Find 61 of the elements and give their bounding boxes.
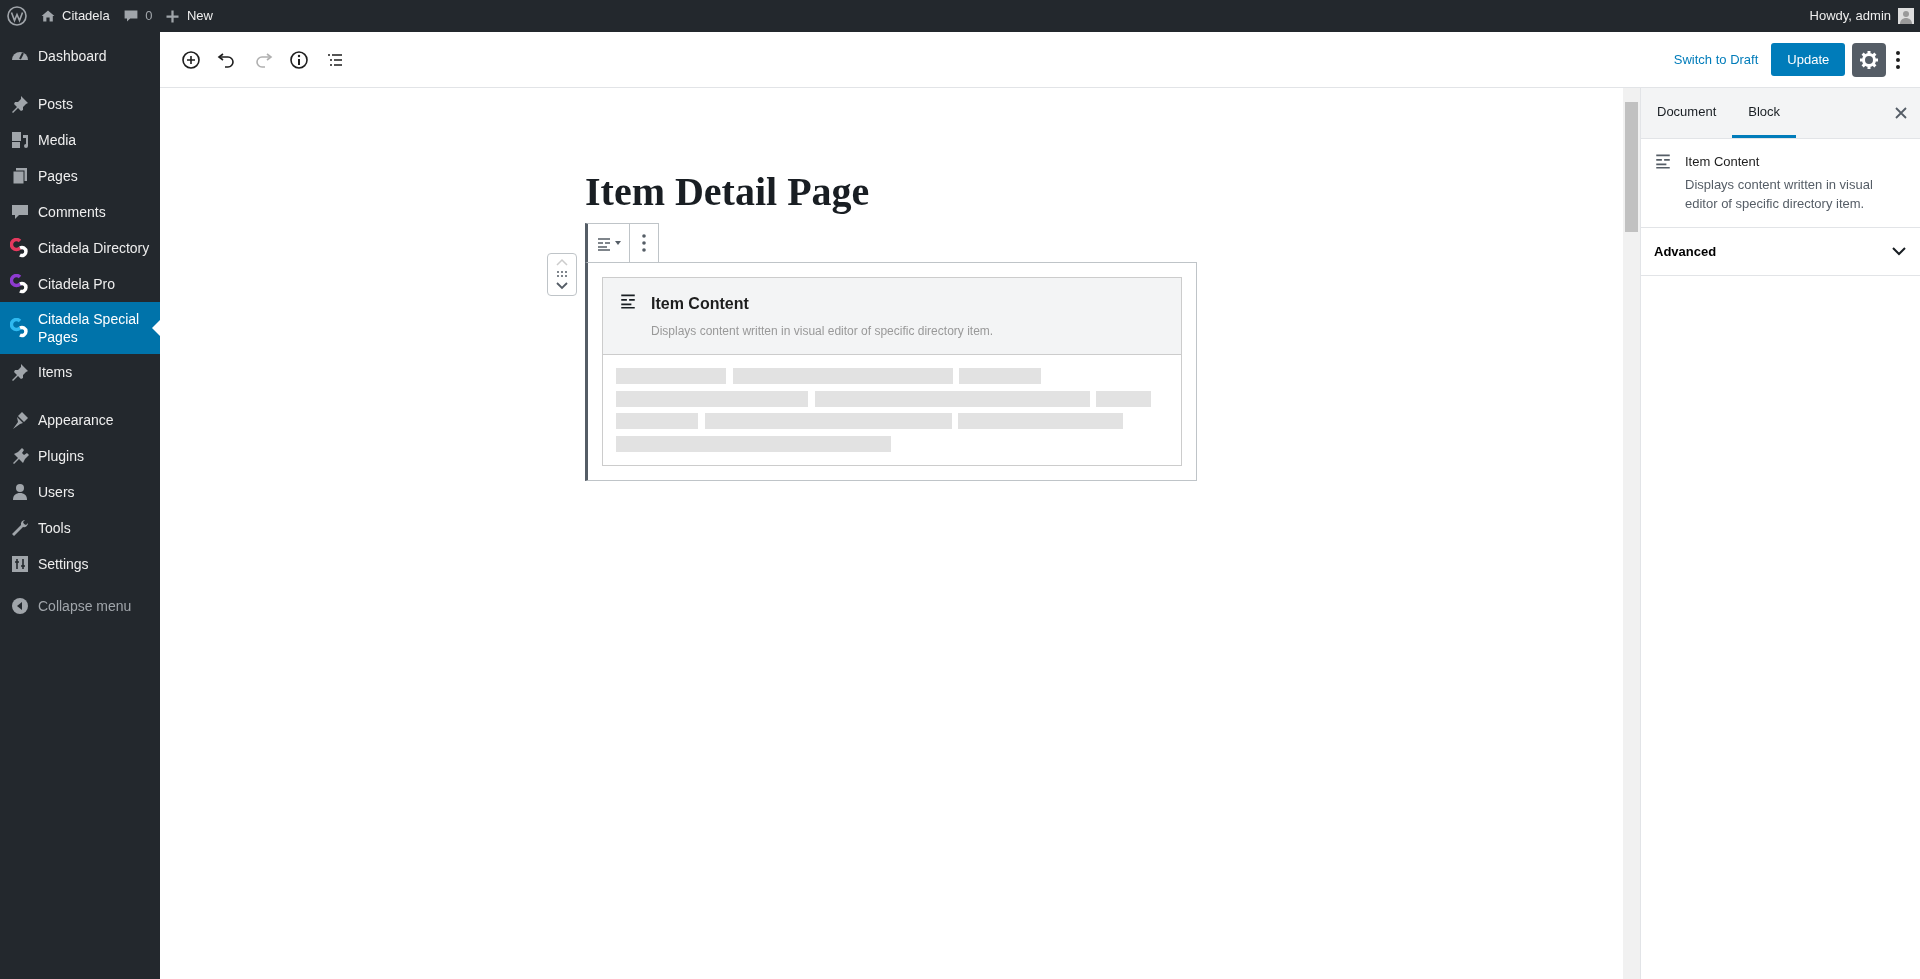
menu-item[interactable]: Appearance (0, 402, 160, 438)
sidebar-tab[interactable]: Document (1641, 88, 1733, 138)
speech-bubble-icon (122, 8, 139, 24)
media-icon (10, 130, 30, 150)
speech-bubble-icon (10, 202, 30, 222)
sidebar-tab[interactable]: Block (1732, 88, 1797, 138)
update-button[interactable]: Update (1771, 43, 1846, 76)
more-options-icon (1895, 49, 1901, 70)
greeting: Howdy, admin (1809, 7, 1891, 26)
menu-item[interactable]: Media (0, 122, 160, 158)
block-card-title: Item Content (1685, 153, 1761, 171)
swirl-logo-icon (10, 274, 30, 294)
drag-handle-icon[interactable] (556, 270, 568, 278)
avatar-icon (1897, 8, 1914, 24)
post-title[interactable]: Item Detail Page (585, 168, 1623, 216)
person-icon (10, 482, 30, 502)
account-link[interactable]: Howdy, admin (1809, 6, 1914, 26)
menu-item[interactable]: Dashboard (0, 38, 160, 74)
wordpress-logo-icon[interactable] (6, 6, 27, 26)
switch-to-draft-link[interactable]: Switch to Draft (1673, 49, 1759, 70)
menu-item[interactable]: Citadela Pro (0, 266, 160, 302)
menu-item[interactable]: Tools (0, 510, 160, 546)
menu-item[interactable]: Users (0, 474, 160, 510)
menu-item[interactable]: Posts (0, 86, 160, 122)
plus-icon (165, 8, 181, 24)
pin-icon (10, 94, 30, 114)
new-label: New (186, 7, 213, 26)
text-lines-icon (1654, 152, 1672, 170)
settings-icon (1858, 49, 1879, 70)
block-card-description: Displays content written in visual editor of specific directory item. (1685, 175, 1874, 214)
menu-item[interactable]: Items (0, 354, 160, 390)
block-title: Item Content (651, 293, 750, 314)
chevron-down-icon[interactable] (555, 281, 569, 292)
scrollbar[interactable] (1623, 88, 1640, 979)
swirl-logo-icon (10, 318, 30, 338)
menu-item[interactable]: Citadela Special Pages (0, 302, 160, 354)
chevron-down-icon (1891, 245, 1907, 258)
comment-count: 0 (145, 7, 153, 26)
menu-item[interactable]: Pages (0, 158, 160, 194)
comments-link[interactable]: 0 (122, 6, 153, 26)
menu-item[interactable]: Plugins (0, 438, 160, 474)
site-name: Citadela (62, 7, 110, 26)
swirl-logo-icon (10, 238, 30, 258)
block-description: Displays content written in visual editor of specific directory item. (651, 323, 994, 340)
menu-item[interactable]: Settings (0, 546, 160, 582)
pin-icon (10, 362, 30, 382)
pages-icon (10, 166, 30, 186)
wrench-icon (10, 518, 30, 538)
home-icon (39, 8, 56, 24)
brush-icon (10, 410, 30, 430)
settings-button[interactable] (1851, 42, 1886, 77)
site-link[interactable]: Citadela (39, 6, 110, 26)
new-link[interactable]: New (165, 6, 213, 26)
menu-item[interactable]: Comments (0, 194, 160, 230)
left-arrow-circle-icon (10, 596, 30, 616)
sliders-icon (10, 554, 30, 574)
collapse-menu-button[interactable]: Collapse menu (0, 588, 160, 624)
close-icon (1893, 106, 1908, 120)
caret-icon (615, 240, 622, 245)
more-options-icon (642, 233, 647, 252)
menu-item[interactable]: Citadela Directory (0, 230, 160, 266)
